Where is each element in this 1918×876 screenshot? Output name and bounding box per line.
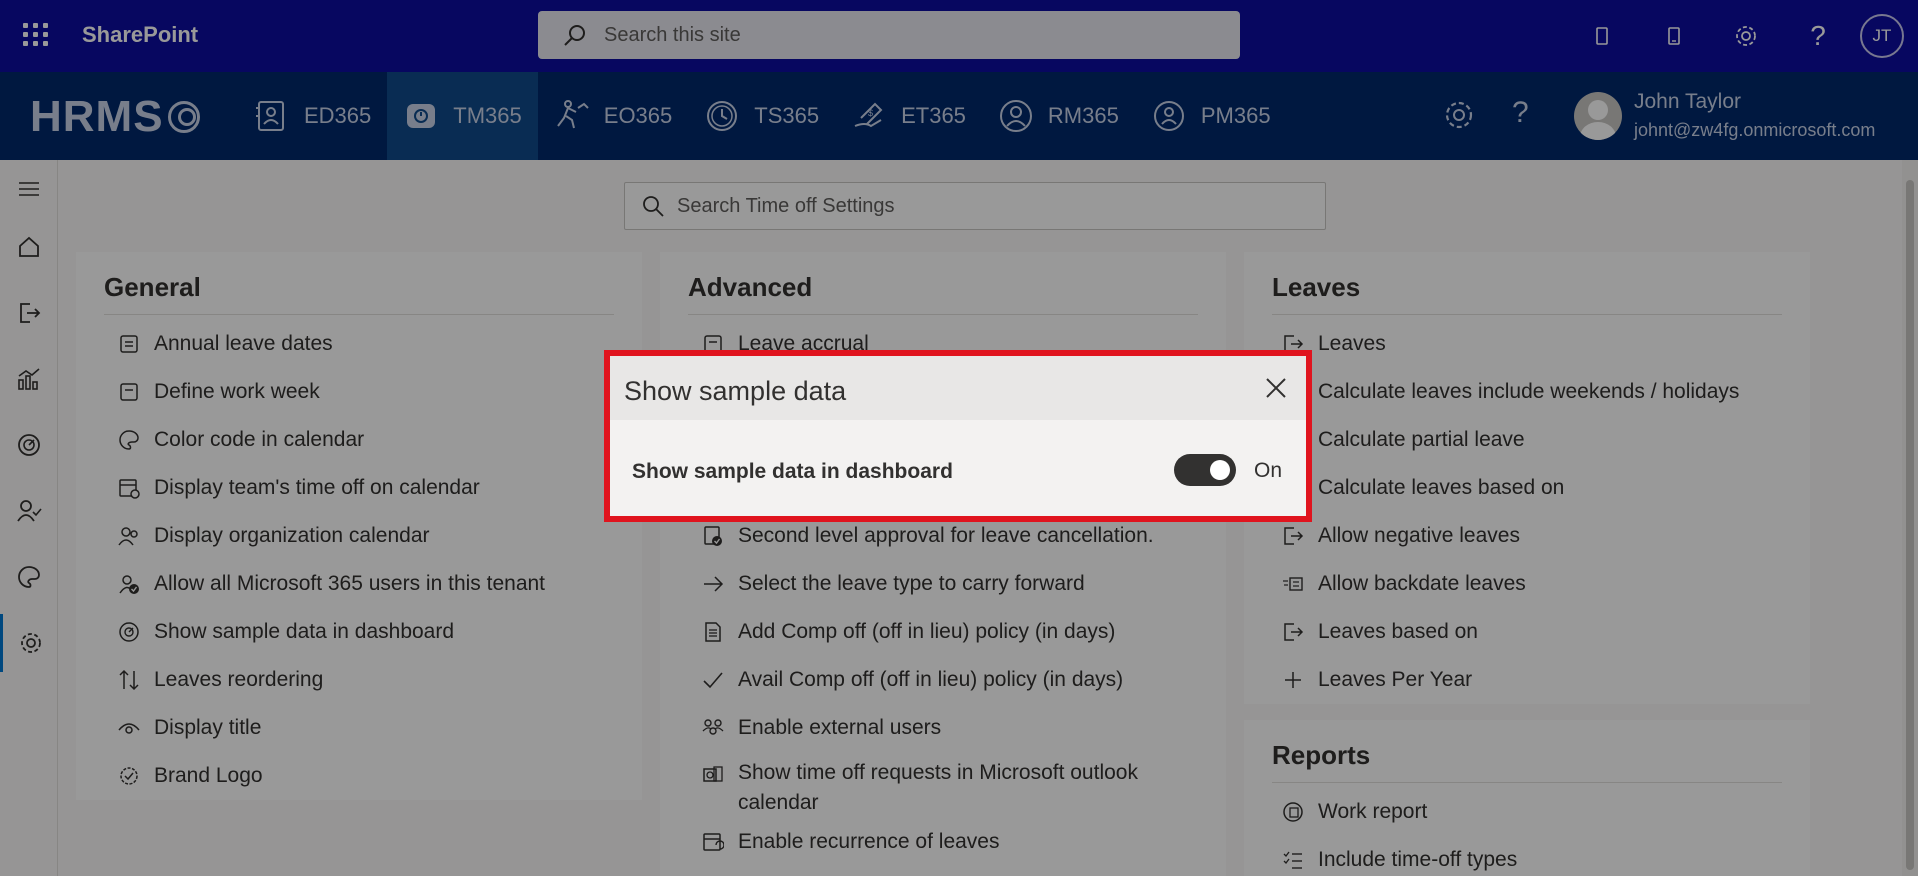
- close-icon[interactable]: [1262, 374, 1290, 402]
- sample-data-toggle-label: Show sample data in dashboard: [632, 460, 953, 483]
- toggle-knob: [1210, 460, 1230, 480]
- toggle-state-text: On: [1254, 459, 1283, 482]
- sample-data-toggle[interactable]: [1174, 454, 1236, 486]
- dialog-header: Show sample data: [610, 356, 1306, 420]
- show-sample-data-dialog: Show sample data Show sample data in das…: [604, 350, 1312, 522]
- dialog-title: Show sample data: [624, 376, 847, 406]
